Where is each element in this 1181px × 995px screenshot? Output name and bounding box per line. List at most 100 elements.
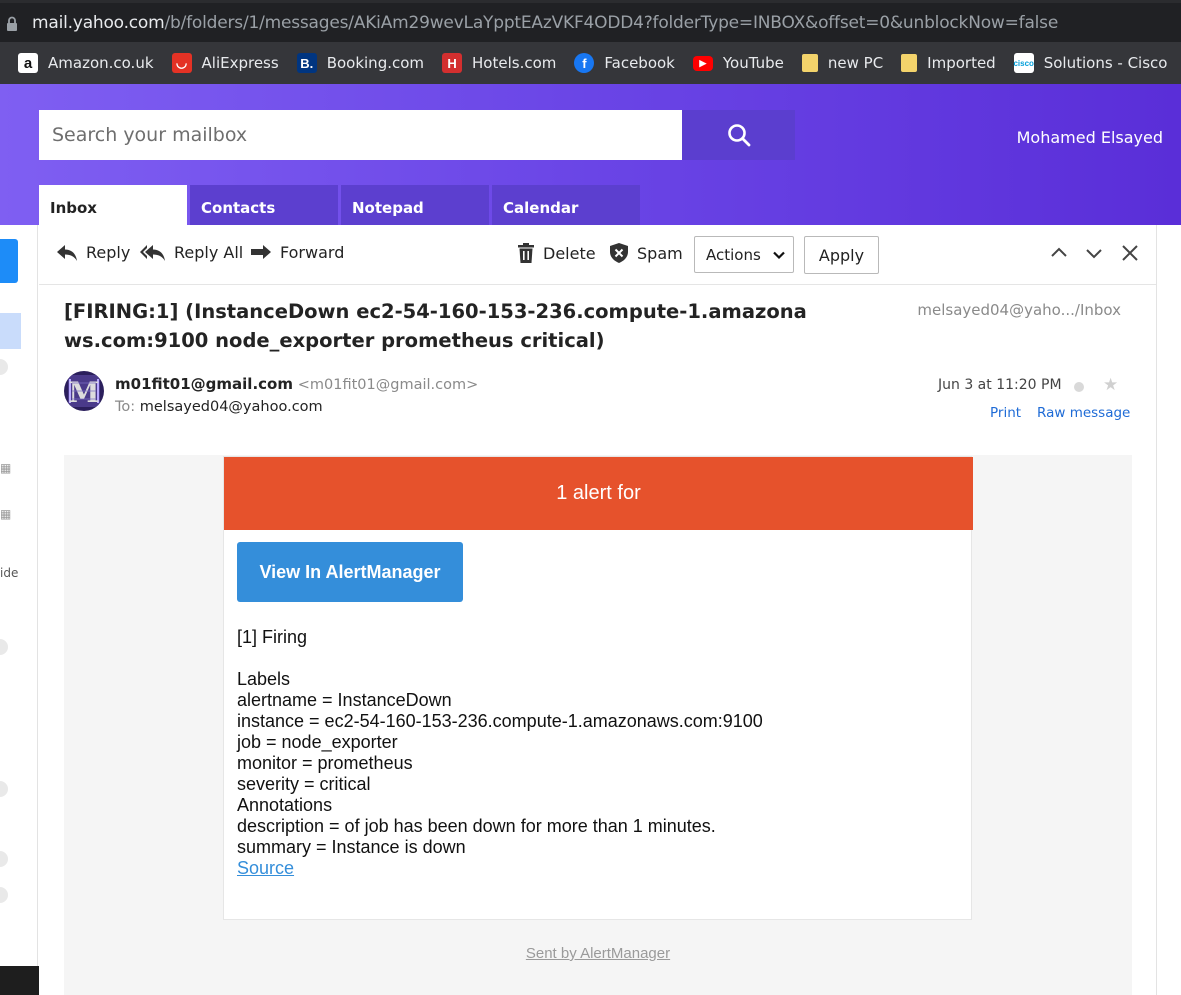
cisco-icon: cisco [1013,53,1034,73]
view-in-alertmanager-button[interactable]: View In AlertManager [237,542,463,602]
reply-label: Reply [86,243,131,262]
delete-button[interactable]: Delete [517,243,596,263]
amazon-icon: a [18,53,38,73]
bookmark-facebook[interactable]: f Facebook [574,48,675,78]
raw-message-link[interactable]: Raw message [1037,405,1130,421]
sidebar-count-badge [0,359,8,375]
bookmark-label: Amazon.co.uk [48,54,154,72]
label-severity: severity = critical [237,774,371,794]
shield-icon [610,243,628,263]
forward-label: Forward [280,243,345,262]
bookmark-aliexpress[interactable]: ◡ AliExpress [171,48,279,78]
reply-all-button[interactable]: Reply All [140,243,243,262]
folder-icon [801,54,818,72]
bookmark-label: Hotels.com [472,54,557,72]
chevron-down-icon[interactable] [1085,244,1103,262]
reply-all-label: Reply All [174,243,244,262]
bookmark-youtube[interactable]: ▶ YouTube [692,48,784,78]
bookmark-booking[interactable]: B. Booking.com [296,48,425,78]
trash-icon[interactable]: ▦ [0,461,11,475]
tab-notepad[interactable]: Notepad [341,185,489,225]
message-folder: melsayed04@yaho.../Inbox [917,301,1121,319]
message-view: [FIRING:1] (InstanceDown ec2-54-160-153-… [39,285,1156,995]
search-button[interactable] [682,110,795,160]
divider [1156,225,1157,995]
search-input[interactable] [39,110,682,160]
recipient-email: melsayed04@yahoo.com [139,399,323,415]
annotation-summary: summary = Instance is down [237,837,466,857]
email-body: 1 alert for View In AlertManager [1] Fir… [64,455,1132,995]
label-monitor: monitor = prometheus [237,753,413,773]
reply-button[interactable]: Reply [56,243,130,262]
sent-by-link[interactable]: Sent by AlertManager [526,945,670,962]
spam-label: Spam [637,243,683,263]
email-footer: Sent by AlertManager [64,945,1132,962]
avatar: M [64,371,104,411]
bookmark-label: new PC [827,54,884,72]
label-instance: instance = ec2-54-160-153-236.compute-1.… [237,711,763,731]
tab-inbox[interactable]: Inbox [39,185,187,225]
url-host: mail.yahoo.com [32,13,165,33]
bookmarks-bar: a Amazon.co.uk ◡ AliExpress B. Booking.com … [0,42,1181,84]
url-path: /b/folders/1/messages/AKiAm29wevLaYpptEA… [164,13,1059,33]
tab-calendar[interactable]: Calendar [492,185,640,225]
star-icon[interactable]: ★ [1103,375,1118,395]
forward-button[interactable]: Forward [250,243,344,262]
user-name[interactable]: Mohamed Elsayed [1017,128,1163,147]
alert-details: [1] Firing Labels alertname = InstanceDo… [237,627,763,879]
compose-button[interactable] [0,239,18,283]
aliexpress-icon: ◡ [171,53,192,73]
url-text[interactable]: mail.yahoo.com/b/folders/1/messages/AKiA… [32,13,1058,33]
read-status-icon[interactable] [1074,382,1084,392]
actions-select[interactable]: Actions [694,236,794,273]
bookmark-hotels[interactable]: H Hotels.com [442,48,556,78]
address-bar[interactable]: mail.yahoo.com/b/folders/1/messages/AKiA… [0,0,1181,42]
message-date: Jun 3 at 11:20 PM [938,377,1062,393]
firing-count: [1] Firing [237,627,308,647]
bookmark-cisco[interactable]: cisco Solutions - Cisco [1013,48,1168,78]
print-link[interactable]: Print [990,405,1021,421]
alert-banner: 1 alert for [224,457,973,530]
spam-button[interactable]: Spam [609,243,683,263]
bookmark-label: AliExpress [201,54,279,72]
sender-email: <m01fit01@gmail.com> [297,377,479,393]
bookmark-new-pc[interactable]: new PC [801,48,884,78]
lock-icon [7,16,17,31]
annotation-description: description = of job has been down for m… [237,816,716,836]
bookmark-label: YouTube [722,54,784,72]
youtube-icon: ▶ [692,55,713,71]
bookmark-label: Solutions - Cisco [1043,54,1168,72]
message-toolbar: Reply Reply All Forward Delete Spam Acti… [39,225,1156,285]
mail-header: Mohamed Elsayed Inbox Contacts Notepad C… [0,84,1181,225]
sidebar-selected-folder[interactable] [0,313,21,349]
sidebar-count-badge [0,639,8,655]
actions-select-value: Actions [706,245,761,264]
message-subject: [FIRING:1] (InstanceDown ec2-54-160-153-… [64,300,807,352]
apply-button[interactable]: Apply [804,236,879,274]
bookmark-amazon[interactable]: a Amazon.co.uk [18,48,154,78]
search-icon [727,124,750,147]
bookmark-imported[interactable]: Imported [901,48,996,78]
sender: m01fit01@gmail.com <m01fit01@gmail.com> [115,375,478,393]
bookmark-label: Imported [927,54,996,72]
source-link[interactable]: Source [237,858,294,878]
chevron-up-icon[interactable] [1050,244,1068,262]
tab-contacts[interactable]: Contacts [190,185,338,225]
trash-icon[interactable]: ▦ [0,507,11,521]
reply-icon [57,244,77,261]
nav-tabs: Inbox Contacts Notepad Calendar [39,185,643,225]
annotations-heading: Annotations [237,795,333,815]
chevron-down-icon [773,251,785,260]
alert-card: 1 alert for View In AlertManager [1] Fir… [223,456,973,920]
avatar-image: M [64,371,104,411]
sender-name[interactable]: m01fit01@gmail.com [115,375,293,393]
folder-icon [901,54,918,72]
close-icon[interactable] [1121,244,1139,262]
label-job: job = node_exporter [237,732,398,752]
delete-label: Delete [543,243,596,263]
sidebar-item-label[interactable]: ide [0,566,18,580]
hotels-icon: H [442,53,463,73]
left-sidebar: ▦ ▦ ide [0,225,198,995]
bookmark-label: Booking.com [326,54,425,72]
sidebar-count-badge [0,851,8,867]
